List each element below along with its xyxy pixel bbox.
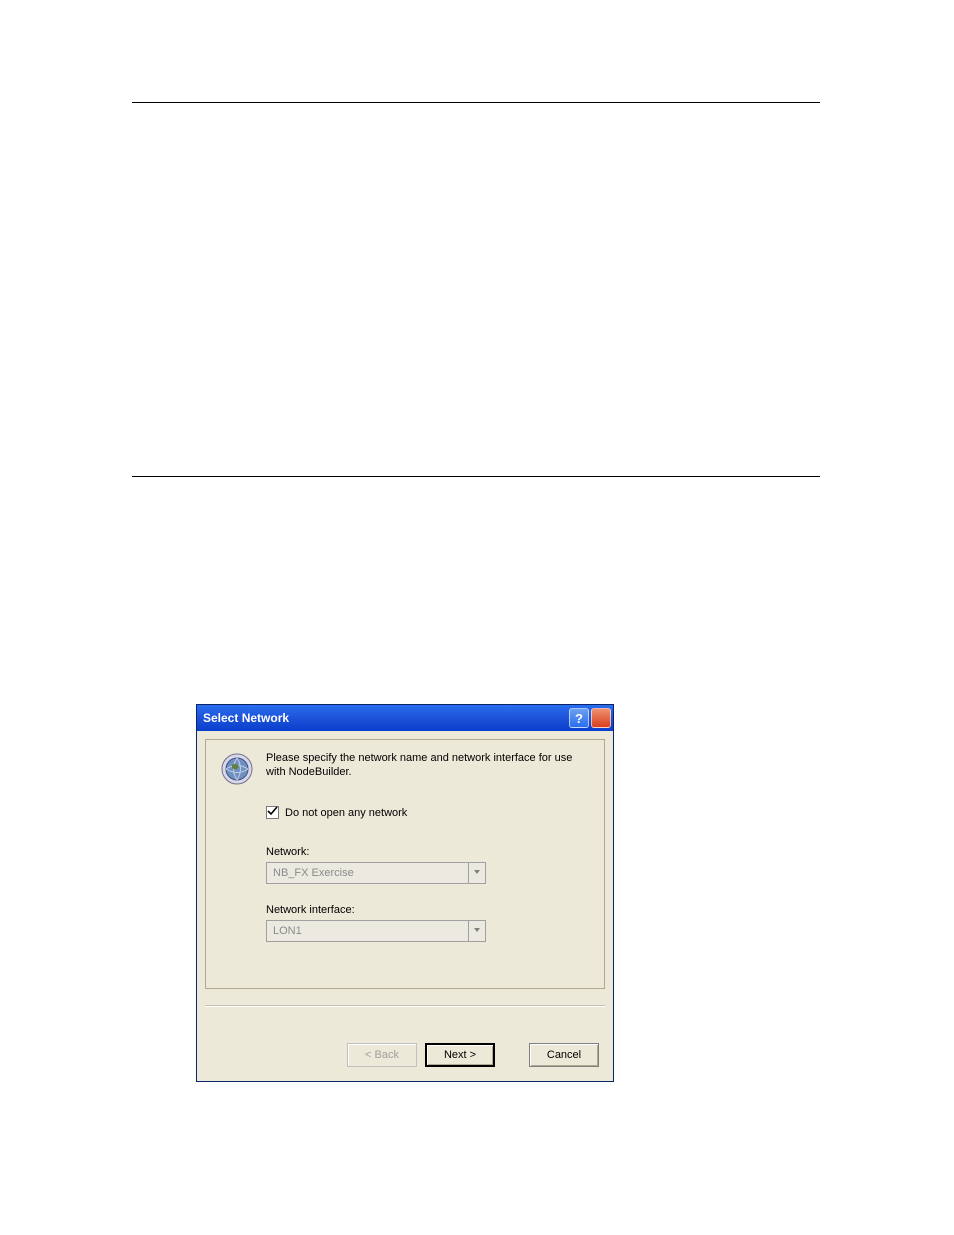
help-button[interactable]: ? <box>569 708 589 728</box>
network-globe-icon <box>220 752 254 786</box>
do-not-open-network-checkbox[interactable] <box>266 806 279 819</box>
chevron-down-icon <box>473 867 481 879</box>
back-button: < Back <box>347 1043 417 1067</box>
instruction-text: Please specify the network name and netw… <box>266 752 590 780</box>
network-combobox[interactable]: NB_FX Exercise <box>266 862 486 884</box>
select-network-dialog: Select Network ? <box>196 704 614 1082</box>
button-row: < Back Next > Cancel <box>347 1043 599 1067</box>
network-interface-value: LON1 <box>266 920 468 942</box>
titlebar: Select Network ? <box>197 705 613 731</box>
network-interface-combobox[interactable]: LON1 <box>266 920 486 942</box>
next-button[interactable]: Next > <box>425 1043 495 1067</box>
button-separator <box>205 1005 605 1007</box>
network-value: NB_FX Exercise <box>266 862 468 884</box>
network-dropdown-button[interactable] <box>468 862 486 884</box>
check-icon <box>267 806 278 820</box>
groupbox: Please specify the network name and netw… <box>205 739 605 989</box>
network-interface-label: Network interface: <box>266 904 355 916</box>
do-not-open-network-row: Do not open any network <box>266 806 407 819</box>
close-button[interactable] <box>591 708 611 728</box>
do-not-open-network-label: Do not open any network <box>285 807 407 819</box>
chevron-down-icon <box>473 925 481 937</box>
horizontal-rule <box>132 102 820 103</box>
dialog-content: Please specify the network name and netw… <box>197 731 613 997</box>
network-interface-dropdown-button[interactable] <box>468 920 486 942</box>
help-icon: ? <box>575 711 583 726</box>
dialog-title: Select Network <box>203 711 567 725</box>
horizontal-rule <box>132 476 820 477</box>
network-label: Network: <box>266 846 309 858</box>
cancel-button[interactable]: Cancel <box>529 1043 599 1067</box>
